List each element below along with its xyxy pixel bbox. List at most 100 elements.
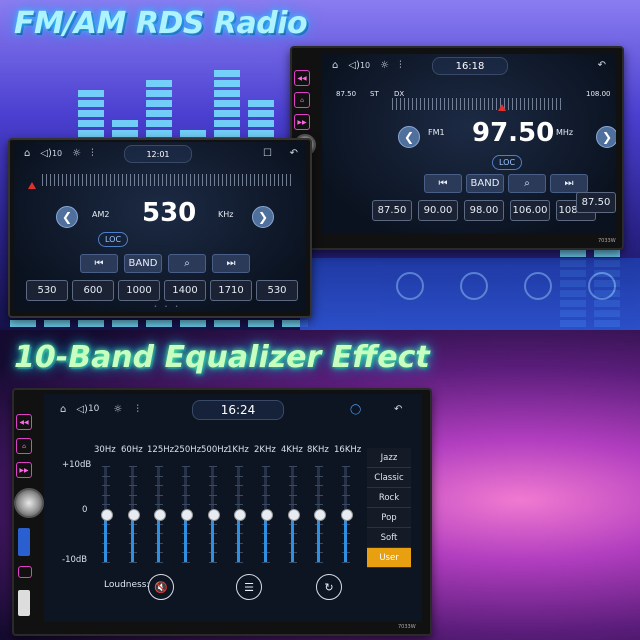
eq-tick: [208, 485, 217, 487]
back-icon[interactable]: ↶: [394, 404, 402, 415]
equalizer-icon: ☰: [244, 580, 254, 594]
volume-icon[interactable]: ◁): [76, 404, 88, 415]
usb-port-2: [18, 590, 30, 616]
eq-tick: [234, 562, 243, 563]
eq-tick: [314, 475, 323, 477]
home-icon[interactable]: ⌂: [60, 404, 66, 415]
seek-down-button[interactable]: ❮: [56, 206, 78, 228]
seek-up-button[interactable]: ❯: [596, 126, 616, 148]
clock: 16:24: [192, 400, 284, 420]
brightness-icon[interactable]: ☼: [113, 404, 122, 415]
eq-tick: [288, 466, 297, 467]
preset-4[interactable]: 1400: [164, 280, 206, 301]
side-prev-button[interactable]: ◀◀: [294, 70, 310, 86]
eq-slider-knob-5[interactable]: [233, 509, 246, 521]
volume-knob[interactable]: [14, 488, 44, 518]
band-label: AM2: [92, 210, 110, 219]
side-home-button[interactable]: ⌂: [294, 92, 310, 108]
back-icon[interactable]: ↶: [598, 60, 606, 71]
eq-tick: [341, 494, 350, 496]
eq-tick: [341, 475, 350, 477]
am-screen: ⌂ ◁) 10 ☼ ⫶ ☐ ↶ 12:01 ❮ AM2 530 KHz ❯ LO…: [14, 142, 306, 312]
preset-6[interactable]: 87.50: [576, 192, 616, 213]
range-low: 87.50: [336, 90, 357, 98]
band-button[interactable]: BAND: [466, 174, 504, 193]
eq-tick: [288, 494, 297, 496]
settings-icon[interactable]: ⫶: [91, 148, 94, 159]
eq-preset-jazz[interactable]: Jazz: [367, 448, 411, 468]
preset-3[interactable]: 1000: [118, 280, 160, 301]
eq-preset-soft[interactable]: Soft: [367, 528, 411, 548]
eq-tick: [101, 475, 110, 477]
settings-icon[interactable]: ⫶: [136, 404, 139, 415]
eq-tick: [341, 562, 350, 563]
eq-tick: [128, 562, 137, 563]
eq-tick: [261, 504, 270, 506]
seek-down-button[interactable]: ❮: [398, 126, 420, 148]
eq-tick: [101, 494, 110, 496]
eq-slider-fill-6: [264, 514, 267, 562]
reset-button[interactable]: ↻: [316, 574, 342, 600]
side-next-button[interactable]: ▶▶: [16, 462, 32, 478]
prev-station-button[interactable]: ⏮: [80, 254, 118, 273]
eq-slider-knob-1[interactable]: [127, 509, 140, 521]
side-home-button[interactable]: ⌂: [16, 438, 32, 454]
eq-band-label-7: 4KHz: [281, 445, 303, 455]
eq-band-label-1: 60Hz: [121, 445, 143, 455]
home-icon[interactable]: ⌂: [332, 60, 338, 71]
next-station-button[interactable]: ⏭: [212, 254, 250, 273]
next-station-button[interactable]: ⏭: [550, 174, 588, 193]
loudness-toggle-button[interactable]: 🔇: [148, 574, 174, 600]
eq-tick: [154, 494, 163, 496]
side-prev-button[interactable]: ◀◀: [16, 414, 32, 430]
settings-icon[interactable]: ⫶: [399, 60, 402, 71]
eq-slider-knob-6[interactable]: [260, 509, 273, 521]
eq-preset-pop[interactable]: Pop: [367, 508, 411, 528]
preset-1[interactable]: 530: [26, 280, 68, 301]
preset-4[interactable]: 106.00: [510, 200, 550, 221]
frequency-display: 530: [142, 198, 197, 228]
back-icon[interactable]: ↶: [290, 148, 298, 159]
preset-1[interactable]: 87.50: [372, 200, 412, 221]
search-button[interactable]: ⌕: [168, 254, 206, 273]
prev-station-button[interactable]: ⏮: [424, 174, 462, 193]
home-icon[interactable]: ⌂: [24, 148, 30, 159]
preset-6[interactable]: 530: [256, 280, 298, 301]
preset-3[interactable]: 98.00: [464, 200, 504, 221]
chat-icon[interactable]: ◯: [350, 404, 361, 415]
band-button[interactable]: BAND: [124, 254, 162, 273]
eq-tick: [314, 466, 323, 467]
preset-5[interactable]: 1710: [210, 280, 252, 301]
eq-tick: [208, 562, 217, 563]
volume-icon[interactable]: ◁): [40, 148, 52, 159]
side-next-button[interactable]: ▶▶: [294, 114, 310, 130]
preset-2[interactable]: 600: [72, 280, 114, 301]
eq-slider-knob-2[interactable]: [153, 509, 166, 521]
eq-slider-knob-4[interactable]: [207, 509, 220, 521]
eq-slider-knob-7[interactable]: [287, 509, 300, 521]
loc-toggle[interactable]: LOC: [98, 232, 128, 247]
preset-2[interactable]: 90.00: [418, 200, 458, 221]
eq-tick: [208, 466, 217, 467]
tuning-marker: [28, 182, 36, 189]
model-label: 7033W: [598, 238, 616, 244]
search-button[interactable]: ⌕: [508, 174, 546, 193]
eq-preset-button[interactable]: ☰: [236, 574, 262, 600]
eq-slider-knob-3[interactable]: [180, 509, 193, 521]
eq-slider-knob-9[interactable]: [340, 509, 353, 521]
usb-port: [18, 528, 30, 556]
volume-icon[interactable]: ◁): [348, 60, 360, 71]
eq-tick: [181, 494, 190, 496]
eq-slider-knob-0[interactable]: [100, 509, 113, 521]
brightness-icon[interactable]: ☼: [380, 60, 389, 71]
eq-preset-user[interactable]: User: [367, 548, 411, 568]
brightness-icon[interactable]: ☼: [72, 148, 81, 159]
eq-slider-fill-8: [317, 514, 320, 562]
eq-slider-knob-8[interactable]: [313, 509, 326, 521]
chat-icon[interactable]: ☐: [263, 148, 272, 159]
loc-toggle[interactable]: LOC: [492, 155, 522, 170]
eq-preset-classic[interactable]: Classic: [367, 468, 411, 488]
eq-preset-rock[interactable]: Rock: [367, 488, 411, 508]
eq-screen: ⌂ ◁) 10 ☼ ⫶ ◯ ↶ 16:24: [44, 394, 422, 622]
seek-up-button[interactable]: ❯: [252, 206, 274, 228]
